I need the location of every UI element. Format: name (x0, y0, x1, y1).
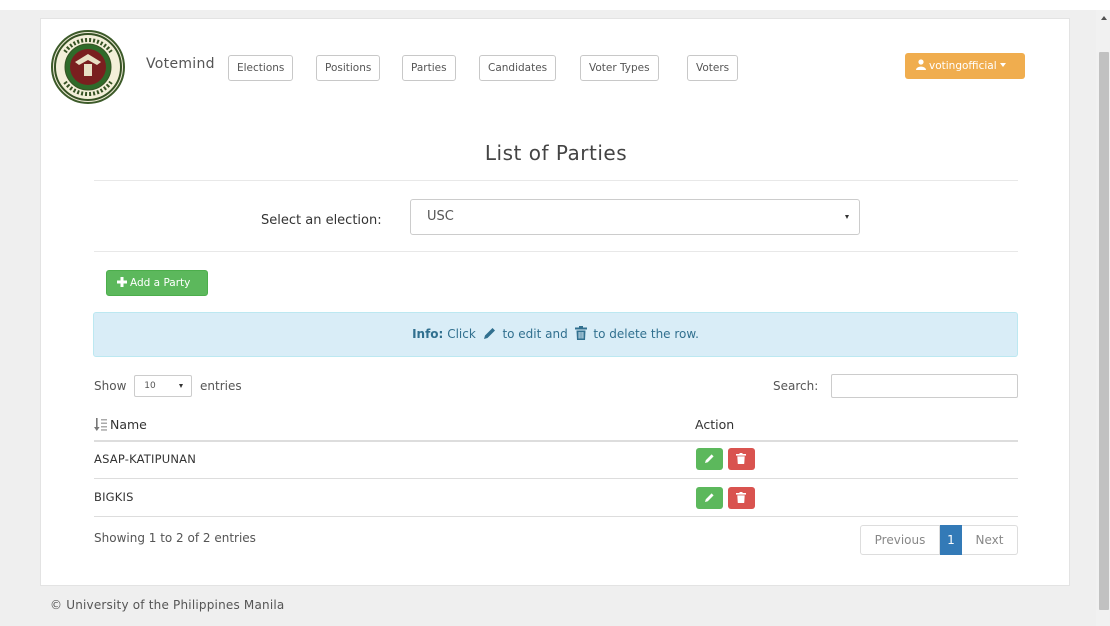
entries-length-select[interactable]: 10 (134, 375, 193, 397)
trash-icon (736, 492, 746, 503)
column-header-name[interactable]: Name (94, 417, 147, 434)
plus-icon (117, 272, 127, 296)
nav-voter-types[interactable]: Voter Types (580, 55, 659, 81)
user-name: votingofficial (929, 60, 997, 72)
entries-length-value: 10 (144, 381, 156, 391)
nav-parties[interactable]: Parties (402, 55, 456, 81)
caret-down-icon (999, 63, 1006, 67)
pencil-icon (483, 315, 496, 358)
nav-voters[interactable]: Voters (687, 55, 739, 81)
pagination-page-current[interactable]: 1 (940, 525, 962, 555)
search-label: Search: (773, 379, 819, 393)
add-party-label: Add a Party (130, 277, 191, 289)
user-icon (916, 54, 926, 80)
entries-label: entries (200, 379, 242, 393)
length-control: Show 10 entries (94, 375, 242, 397)
pagination: Previous 1 Next (860, 525, 1018, 555)
info-text-click: Click (447, 327, 476, 341)
pagination-previous[interactable]: Previous (860, 525, 940, 555)
table-summary: Showing 1 to 2 of 2 entries (94, 531, 256, 545)
table-header-divider (94, 440, 1018, 442)
nav-positions[interactable]: Positions (316, 55, 381, 81)
page-title: List of Parties (484, 141, 628, 165)
election-select-label: Select an election: (261, 213, 382, 228)
trash-icon (736, 453, 746, 464)
divider (94, 251, 1018, 252)
user-menu-button[interactable]: votingofficial (905, 53, 1025, 79)
party-name-cell: BIGKIS (94, 490, 134, 504)
main-card: Votemind Elections Positions Parties Can… (40, 18, 1070, 586)
add-party-button[interactable]: Add a Party (106, 270, 208, 296)
scrollbar[interactable] (1096, 10, 1110, 626)
divider (94, 180, 1018, 181)
search-input[interactable] (831, 374, 1018, 398)
info-alert: Info: Click to edit and to delete the ro… (93, 312, 1018, 357)
top-strip (0, 0, 1110, 10)
edit-button[interactable] (696, 487, 723, 509)
info-text-delete: to delete the row. (593, 327, 699, 341)
info-prefix: Info: (412, 327, 444, 341)
election-select[interactable]: USC (410, 199, 860, 235)
pencil-icon (705, 454, 714, 463)
university-seal-logo (51, 30, 125, 104)
footer-copyright: © University of the Philippines Manila (50, 598, 285, 612)
scrollbar-thumb[interactable] (1099, 52, 1109, 610)
scroll-up-arrow-icon[interactable] (1101, 16, 1107, 20)
row-divider (94, 478, 1018, 479)
pencil-icon (705, 493, 714, 502)
delete-button[interactable] (728, 487, 755, 509)
nav-elections[interactable]: Elections (228, 55, 294, 81)
nav-candidates[interactable]: Candidates (479, 55, 557, 81)
column-header-name-label: Name (110, 417, 147, 432)
edit-button[interactable] (696, 448, 723, 470)
trash-icon (574, 315, 587, 358)
delete-button[interactable] (728, 448, 755, 470)
show-label: Show (94, 379, 127, 393)
brand-name[interactable]: Votemind (146, 56, 215, 72)
election-select-value: USC (427, 209, 454, 224)
sort-alpha-icon (94, 418, 108, 434)
column-header-action: Action (695, 417, 735, 432)
party-name-cell: ASAP-KATIPUNAN (94, 452, 197, 466)
pagination-next[interactable]: Next (962, 525, 1018, 555)
select-arrow-icon (845, 215, 849, 219)
select-arrow-icon (179, 384, 184, 388)
info-text-edit: to edit and (502, 327, 568, 341)
row-divider (94, 516, 1018, 517)
